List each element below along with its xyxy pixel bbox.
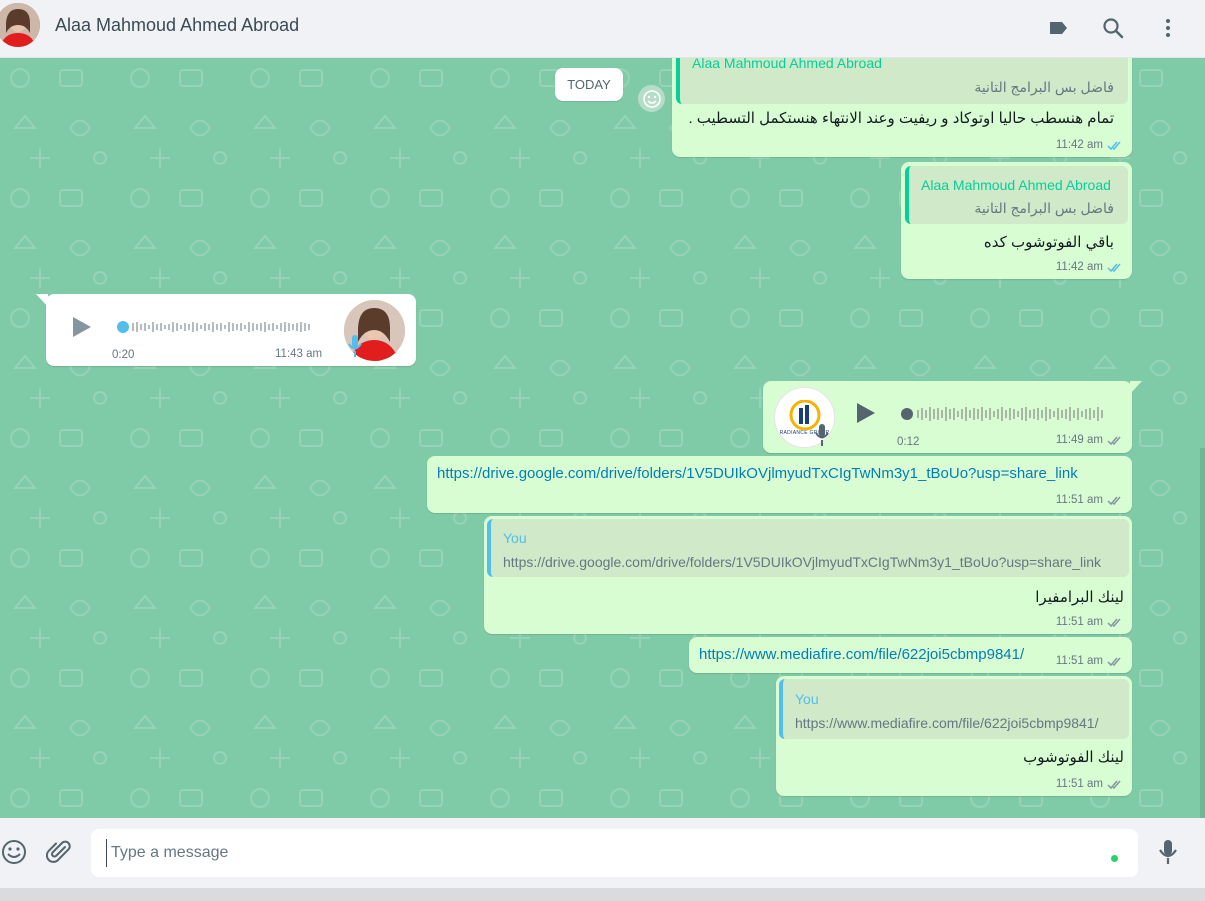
quoted-message[interactable]: You https://www.mediafire.com/file/622jo… xyxy=(779,679,1129,739)
voice-record-icon[interactable] xyxy=(1153,837,1183,867)
message-time: 11:51 am xyxy=(1055,616,1103,628)
quote-author: Alaa Mahmoud Ahmed Abroad xyxy=(921,177,1111,193)
quote-author: You xyxy=(503,530,527,546)
message-time: 11:51 am xyxy=(1055,655,1103,667)
react-emoji-icon[interactable] xyxy=(638,85,665,112)
message-text: تمام هنسطب حاليا اوتوكاد و ريفيت وعند ال… xyxy=(688,110,1114,127)
read-ticks-icon xyxy=(1107,263,1121,272)
message-meta: 11:51 am xyxy=(1056,494,1124,506)
message-time: 11:51 am xyxy=(1055,778,1103,790)
message-time: 11:49 am xyxy=(1055,434,1103,446)
quote-text: فاضل بس البرامج التانية xyxy=(974,200,1114,216)
delivered-ticks-icon xyxy=(1107,436,1121,445)
status-dot xyxy=(1111,855,1118,862)
emoji-icon[interactable] xyxy=(0,837,29,867)
waveform[interactable] xyxy=(116,319,316,335)
label-icon[interactable] xyxy=(1042,12,1074,44)
search-icon[interactable] xyxy=(1097,12,1129,44)
play-icon[interactable] xyxy=(68,314,94,340)
message-link[interactable]: https://www.mediafire.com/file/622joi5cb… xyxy=(699,646,1024,663)
quote-author: You xyxy=(795,691,819,707)
message-text: باقي الفوتوشوب كده xyxy=(983,234,1114,251)
waveform[interactable] xyxy=(899,406,1111,422)
message-text: لينك البرامفيرا xyxy=(1035,589,1124,606)
message-time: 11:43 am xyxy=(275,348,323,360)
window-bottom-bar xyxy=(0,888,1205,901)
composer-bar xyxy=(0,818,1205,888)
date-divider: TODAY xyxy=(555,68,623,101)
chat-scrollbar[interactable] xyxy=(1200,448,1205,818)
delivered-ticks-icon xyxy=(1107,657,1121,666)
contact-name[interactable]: Alaa Mahmoud Ahmed Abroad xyxy=(55,15,299,36)
quoted-message[interactable]: Alaa Mahmoud Ahmed Abroad فاضل بس البرام… xyxy=(905,166,1128,224)
read-ticks-icon xyxy=(1107,141,1121,150)
message-meta: 11:51 am xyxy=(1056,778,1124,790)
message-meta: 11:51 am xyxy=(1056,655,1124,667)
message-list[interactable]: TODAY Alaa Mahmoud Ahmed Abroad فاضل بس … xyxy=(0,58,1205,818)
voice-message-bubble[interactable]: RADIANCE GROUP 0:12 11:49 am xyxy=(763,381,1142,453)
message-meta: 11:42 am xyxy=(1056,139,1124,151)
message-time: 11:42 am xyxy=(1055,261,1103,273)
chat-header: Alaa Mahmoud Ahmed Abroad xyxy=(0,0,1205,58)
voice-message-bubble[interactable]: 0:20 11:43 am xyxy=(36,294,416,366)
message-input-box[interactable] xyxy=(91,829,1138,877)
quote-author: Alaa Mahmoud Ahmed Abroad xyxy=(692,58,882,71)
message-meta: 11:49 am xyxy=(1056,434,1124,446)
message-bubble[interactable]: You https://drive.google.com/drive/folde… xyxy=(484,516,1132,634)
voice-duration: 0:12 xyxy=(897,436,920,448)
quoted-message[interactable]: You https://drive.google.com/drive/folde… xyxy=(487,519,1129,577)
message-bubble[interactable]: https://drive.google.com/drive/folders/1… xyxy=(427,456,1132,513)
message-meta: 11:51 am xyxy=(1056,616,1124,628)
message-bubble[interactable]: You https://www.mediafire.com/file/622jo… xyxy=(776,676,1132,796)
quote-text: https://drive.google.com/drive/folders/1… xyxy=(503,554,1101,570)
bubble-tail xyxy=(36,294,48,307)
message-bubble[interactable]: Alaa Mahmoud Ahmed Abroad فاضل بس البرام… xyxy=(672,58,1132,157)
contact-avatar[interactable] xyxy=(0,3,40,47)
message-input[interactable] xyxy=(106,839,1096,867)
menu-icon[interactable] xyxy=(1152,12,1184,44)
mic-icon xyxy=(815,423,829,452)
play-icon[interactable] xyxy=(852,400,878,426)
message-text: لينك الفوتوشوب xyxy=(1023,749,1124,766)
bubble-tail xyxy=(1130,381,1142,394)
mic-icon xyxy=(348,334,362,363)
message-bubble[interactable]: Alaa Mahmoud Ahmed Abroad فاضل بس البرام… xyxy=(901,162,1132,279)
delivered-ticks-icon xyxy=(1107,618,1121,627)
message-time: 11:42 am xyxy=(1055,139,1103,151)
quote-text: فاضل بس البرامج التانية xyxy=(974,79,1114,95)
message-time: 11:51 am xyxy=(1055,494,1103,506)
quoted-message[interactable]: Alaa Mahmoud Ahmed Abroad فاضل بس البرام… xyxy=(676,58,1128,104)
attach-icon[interactable] xyxy=(44,837,74,867)
message-link[interactable]: https://drive.google.com/drive/folders/1… xyxy=(437,465,1078,482)
message-bubble[interactable]: https://www.mediafire.com/file/622joi5cb… xyxy=(689,637,1132,673)
delivered-ticks-icon xyxy=(1107,780,1121,789)
voice-duration: 0:20 xyxy=(112,349,135,361)
delivered-ticks-icon xyxy=(1107,496,1121,505)
quote-text: https://www.mediafire.com/file/622joi5cb… xyxy=(795,715,1099,731)
message-meta: 11:42 am xyxy=(1056,261,1124,273)
